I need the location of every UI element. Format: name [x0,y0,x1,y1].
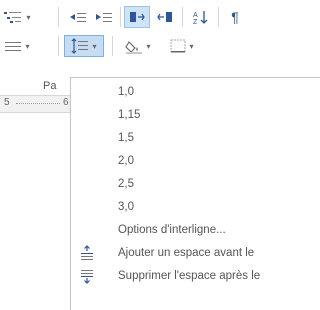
svg-text:A: A [193,12,198,19]
increase-indent-button[interactable] [92,6,116,28]
ruler: 5 6 [0,95,70,113]
ruler-number: 6 [63,97,69,108]
spacing-option-1-5[interactable]: 1,5 [71,127,320,149]
paragraph-group-label: Pa [43,80,57,92]
menu-item-label: 1,15 [118,109,141,121]
svg-text:Z: Z [193,19,198,25]
spacing-option-2-5[interactable]: 2,5 [71,173,320,195]
chevron-down-icon: ▾ [26,12,31,22]
spacing-option-3-0[interactable]: 3,0 [71,196,320,218]
menu-item-label: Options d'interligne... [118,224,226,236]
separator [218,7,219,27]
increase-indent-icon [96,13,112,22]
right-to-left-button[interactable] [152,6,178,28]
ruler-ticks [16,103,60,105]
chevron-down-icon: ▾ [189,41,194,51]
left-to-right-button[interactable] [124,6,150,28]
menu-item-label: 3,0 [118,201,134,213]
separator [112,36,113,56]
sort-az-icon: A Z [193,11,208,25]
spacing-option-2-0[interactable]: 2,0 [71,150,320,172]
menu-item-label: Ajouter un espace avant le [118,247,255,259]
menu-item-label: 2,5 [118,178,134,190]
line-spacing-options-item[interactable]: Options d'interligne... [71,219,320,241]
line-spacing-button[interactable]: ▾ [64,35,104,57]
chevron-down-icon: ▾ [92,41,97,51]
separator [58,36,59,56]
decrease-indent-button[interactable] [66,6,90,28]
show-formatting-button[interactable]: ¶ [222,6,248,28]
chevron-down-icon: ▾ [25,41,30,51]
line-spacing-menu: 1,0 1,15 1,5 2,0 2,5 3,0 Options d'inter… [70,77,320,310]
menu-item-label: 1,5 [118,132,134,144]
spacing-option-1-15[interactable]: 1,15 [71,104,320,126]
ruler-number: 5 [4,97,10,108]
multilevel-list-button[interactable]: ▾ [0,6,34,28]
remove-space-after-icon [79,268,95,284]
separator [58,7,59,27]
shading-button[interactable]: ▾ [118,35,158,57]
separator [120,7,121,27]
menu-item-label: 2,0 [118,155,134,167]
add-space-before-icon [79,245,95,261]
spacing-option-1-0[interactable]: 1,0 [71,81,320,103]
remove-space-after-item[interactable]: Supprimer l'espace après le [71,265,320,287]
multilevel-list-icon [4,12,22,23]
justify-icon [5,42,22,51]
sort-button[interactable]: A Z [188,6,214,28]
paint-bucket-icon [125,41,143,54]
borders-icon [170,39,186,53]
borders-button[interactable]: ▾ [162,35,202,57]
decrease-indent-icon [70,13,86,22]
justify-button[interactable]: ▾ [0,35,34,57]
menu-item-label: 1,0 [118,86,134,98]
separator [182,7,183,27]
add-space-before-item[interactable]: Ajouter un espace avant le [71,242,320,264]
rtl-paragraph-icon [157,12,172,22]
line-spacing-icon [72,38,89,54]
chevron-down-icon: ▾ [146,41,151,51]
menu-item-label: Supprimer l'espace après le [118,270,261,282]
ltr-paragraph-icon [130,12,145,22]
pilcrow-icon: ¶ [231,9,239,25]
